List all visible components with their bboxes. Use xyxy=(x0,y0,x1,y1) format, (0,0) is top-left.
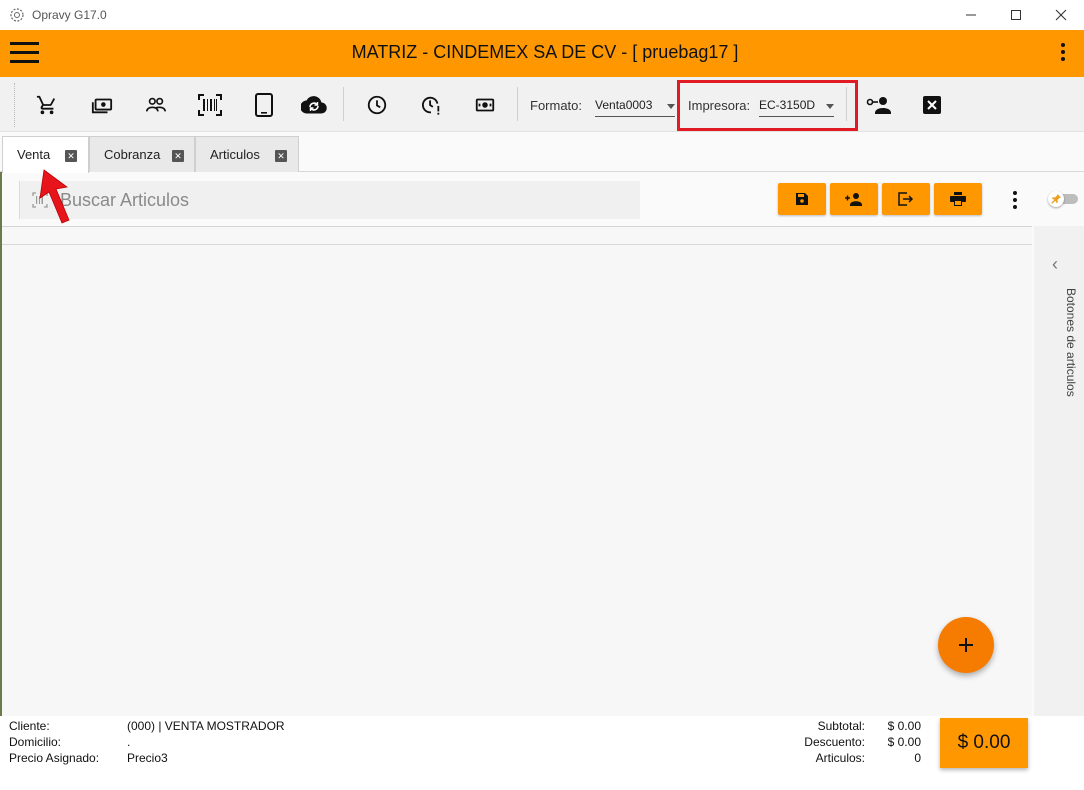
descuento-label: Descuento: xyxy=(804,735,865,749)
window-title: Opravy G17.0 xyxy=(32,8,107,22)
tab-venta-label: Venta xyxy=(17,147,51,162)
precio-asignado-label: Precio Asignado: xyxy=(9,751,100,765)
formato-select-value: Venta0003 xyxy=(595,98,653,112)
print-button[interactable] xyxy=(934,183,982,215)
cloud-sync-button[interactable] xyxy=(300,91,328,119)
clock-icon xyxy=(367,95,387,115)
save-button[interactable] xyxy=(778,183,826,215)
window-edge xyxy=(0,172,2,716)
cliente-value: (000) | VENTA MOSTRADOR xyxy=(127,719,285,733)
red-arrow-annotation xyxy=(39,169,70,224)
maximize-icon xyxy=(1011,10,1021,20)
pin-toggle[interactable] xyxy=(1048,191,1080,207)
plus-icon xyxy=(959,638,973,652)
minimize-icon xyxy=(966,14,976,16)
money-icon xyxy=(475,98,495,112)
cart-button[interactable] xyxy=(33,91,61,119)
article-buttons-panel[interactable]: ‹ Botones de articulos xyxy=(1034,226,1084,716)
clock-alert-icon xyxy=(421,96,440,115)
precio-asignado-value: Precio3 xyxy=(127,751,168,765)
close-icon xyxy=(1055,9,1067,21)
window-titlebar: Opravy G17.0 xyxy=(0,0,1084,30)
customers-button[interactable] xyxy=(142,91,170,119)
barcode-button[interactable] xyxy=(196,91,224,119)
page-title: MATRIZ - CINDEMEX SA DE CV - [ pruebag17… xyxy=(351,42,739,62)
toolbar-grip xyxy=(14,83,15,127)
printer-highlight-box xyxy=(677,80,858,131)
search-bar xyxy=(19,181,640,219)
tab-close-icon[interactable]: ✕ xyxy=(275,150,287,162)
add-item-fab[interactable] xyxy=(938,617,994,673)
articulos-value: 0 xyxy=(914,751,921,765)
print-icon xyxy=(950,192,966,206)
person-key-button[interactable] xyxy=(865,91,893,119)
close-session-button[interactable] xyxy=(918,91,946,119)
domicilio-label: Domicilio: xyxy=(9,735,62,749)
maximize-button[interactable] xyxy=(993,0,1039,30)
tab-cobranza-label: Cobranza xyxy=(104,147,161,162)
tab-close-icon[interactable]: ✕ xyxy=(172,150,184,162)
person-key-icon xyxy=(866,97,891,114)
actions-more-menu-button[interactable] xyxy=(1008,191,1022,209)
tab-articulos-label: Articulos xyxy=(210,147,260,162)
barcode-icon xyxy=(198,94,222,116)
toolbar: Formato: Venta0003 Impresora: EC-3150D xyxy=(0,77,1084,132)
tablet-icon xyxy=(255,93,273,117)
clock-button[interactable] xyxy=(363,91,391,119)
tab-bar: Venta ✕ Cobranza ✕ Articulos ✕ xyxy=(0,133,1084,173)
chevron-left-icon[interactable]: ‹ xyxy=(1052,254,1058,275)
cloud-sync-icon xyxy=(301,96,327,114)
tablet-button[interactable] xyxy=(250,91,278,119)
add-person-icon xyxy=(845,193,862,206)
tab-articulos[interactable]: Articulos ✕ xyxy=(195,136,299,172)
articulos-label: Articulos: xyxy=(815,751,865,765)
add-customer-button[interactable] xyxy=(830,183,878,215)
toolbar-separator xyxy=(343,87,344,121)
pin-icon xyxy=(1048,191,1064,207)
app-header: MATRIZ - CINDEMEX SA DE CV - [ pruebag17… xyxy=(0,30,1084,77)
cash-icon xyxy=(91,98,113,114)
export-button[interactable] xyxy=(882,183,930,215)
header-more-menu-button[interactable] xyxy=(1056,43,1070,65)
save-icon xyxy=(796,193,808,205)
close-window-button[interactable] xyxy=(1038,0,1084,30)
customers-icon xyxy=(146,97,166,112)
domicilio-value: . xyxy=(127,735,131,749)
close-box-icon xyxy=(923,96,941,114)
formato-label: Formato: xyxy=(530,98,583,113)
cart-icon xyxy=(36,95,56,115)
minimize-button[interactable] xyxy=(948,0,994,30)
grid-header-divider xyxy=(2,244,1032,245)
sale-summary-footer: Cliente: (000) | VENTA MOSTRADOR Domicil… xyxy=(0,716,1084,790)
search-input[interactable] xyxy=(60,189,620,211)
side-panel-label: Botones de articulos xyxy=(1064,288,1078,397)
chevron-down-icon xyxy=(667,104,675,109)
items-grid xyxy=(2,226,1032,716)
cliente-label: Cliente: xyxy=(9,719,50,733)
cash-button[interactable] xyxy=(88,91,116,119)
money-button[interactable] xyxy=(471,91,499,119)
export-icon xyxy=(898,192,914,206)
tab-close-icon[interactable]: ✕ xyxy=(65,150,77,162)
descuento-value: $ 0.00 xyxy=(887,735,921,749)
toolbar-separator xyxy=(517,87,518,121)
formato-select[interactable]: Venta0003 xyxy=(595,93,675,117)
tab-cobranza[interactable]: Cobranza ✕ xyxy=(89,136,195,172)
total-pay-button[interactable]: $ 0.00 xyxy=(940,718,1028,768)
subtotal-label: Subtotal: xyxy=(817,719,865,733)
subtotal-value: $ 0.00 xyxy=(887,719,921,733)
clock-alert-button[interactable] xyxy=(417,91,445,119)
app-logo-icon xyxy=(10,8,24,22)
